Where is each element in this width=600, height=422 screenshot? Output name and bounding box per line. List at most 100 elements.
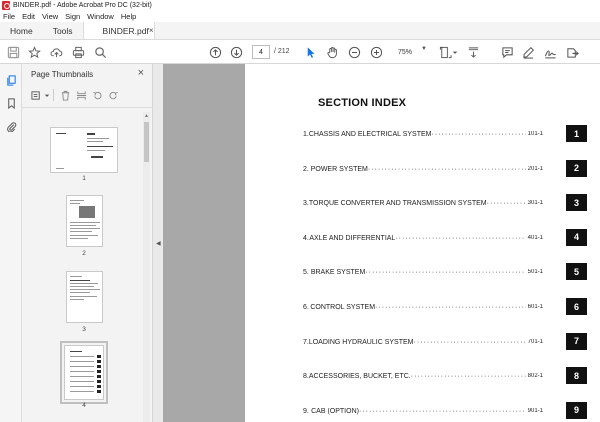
scroll-up-arrow-icon[interactable]: ▲	[144, 113, 149, 119]
section-entry[interactable]: 3. TORQUE CONVERTER AND TRANSMISSION SYST…	[303, 200, 543, 207]
dot-leader: ········································…	[395, 234, 526, 242]
section-page-ref: 601-1	[527, 304, 543, 310]
section-tab-box: 5	[566, 263, 587, 281]
panel-title: Page Thumbnails	[31, 70, 94, 79]
section-title: BRAKE SYSTEM	[310, 269, 366, 277]
menu-edit[interactable]: Edit	[22, 12, 35, 21]
dot-leader: ········································…	[410, 373, 526, 381]
page-total: / 212	[274, 48, 290, 55]
bookmark-star-icon[interactable]	[26, 44, 42, 60]
menu-file[interactable]: File	[3, 12, 15, 21]
section-title: CAB (OPTION)	[311, 407, 359, 415]
rotate-counterclockwise-icon[interactable]	[89, 88, 105, 102]
section-entry[interactable]: 5. BRAKE SYSTEM ··························…	[303, 269, 543, 276]
find-icon[interactable]	[92, 44, 108, 60]
section-page-ref: 301-1	[527, 200, 543, 207]
comment-icon[interactable]	[499, 44, 515, 60]
section-entry[interactable]: 8. ACCESSORIES, BUCKET, ETC. ·············…	[303, 373, 543, 380]
page-thumbnail-4[interactable]	[60, 341, 108, 404]
zoom-dropdown-icon[interactable]: ▼	[421, 46, 427, 52]
section-title: CONTROL SYSTEM	[310, 304, 376, 311]
page-heading: SECTION INDEX	[318, 97, 407, 109]
delete-pages-icon[interactable]	[57, 88, 73, 102]
section-title: AXLE AND DIFFERENTIAL	[309, 234, 396, 242]
menu-view[interactable]: View	[42, 12, 58, 21]
thumbnails-scrollbar[interactable]: ▲	[143, 112, 150, 422]
previous-page-icon[interactable]	[207, 44, 223, 60]
acrobat-app-icon	[2, 1, 10, 10]
section-number: 2.	[303, 165, 309, 173]
section-page-ref: 201-1	[527, 165, 543, 172]
section-tab-box: 7	[566, 332, 587, 350]
tab-close-icon[interactable]: ×	[149, 26, 154, 35]
dot-leader: ········································…	[431, 131, 526, 138]
section-tab-box: 3	[566, 194, 587, 212]
highlight-pen-icon[interactable]	[520, 44, 536, 60]
thumbnail-label-1: 1	[82, 175, 86, 182]
section-entry[interactable]: 4. AXLE AND DIFFERENTIAL ·················…	[303, 235, 543, 242]
section-title: ACCESSORIES, BUCKET, ETC.	[308, 373, 411, 381]
insert-pages-icon[interactable]	[73, 88, 89, 102]
page-thumbnail-2[interactable]	[66, 195, 103, 247]
pdf-page: SECTION INDEX 1. CHASSIS AND ELECTRICAL S…	[245, 64, 600, 422]
next-page-icon[interactable]	[228, 44, 244, 60]
select-pointer-icon[interactable]	[302, 44, 318, 60]
document-viewer[interactable]: SECTION INDEX 1. CHASSIS AND ELECTRICAL S…	[163, 64, 600, 422]
section-number: 6.	[303, 304, 309, 311]
cloud-upload-icon[interactable]	[48, 44, 64, 60]
page-thumbnail-1[interactable]	[50, 127, 118, 173]
page-thumbnail-3[interactable]	[66, 271, 103, 323]
collapse-panel-arrow-icon[interactable]: ◀	[156, 240, 161, 247]
section-entry[interactable]: 1. CHASSIS AND ELECTRICAL SYSTEM ·········…	[303, 131, 543, 138]
section-page-ref: 701-1	[527, 338, 543, 345]
section-tab-box: 6	[566, 298, 587, 315]
panel-close-icon[interactable]: ×	[138, 67, 144, 79]
section-entry[interactable]: 9. CAB (OPTION) ··························…	[303, 408, 543, 415]
tab-bar: Home Tools BINDER.pdf ×	[0, 22, 600, 40]
section-tab-box: 8	[566, 367, 587, 385]
thumbnail-label-4: 4	[82, 402, 86, 409]
tab-document[interactable]: BINDER.pdf ×	[82, 22, 155, 39]
section-tab-box: 2	[566, 159, 587, 177]
section-number: 5.	[303, 269, 309, 277]
options-menu-icon[interactable]	[28, 88, 44, 102]
menu-window[interactable]: Window	[87, 12, 114, 21]
page-number-input[interactable]: 4	[252, 45, 270, 59]
menu-sign[interactable]: Sign	[65, 12, 80, 21]
page-thumbnails-icon[interactable]	[4, 73, 18, 87]
scrolling-mode-icon[interactable]	[465, 44, 481, 60]
main-toolbar	[0, 40, 600, 64]
section-entry[interactable]: 2. POWER SYSTEM ··························…	[303, 166, 543, 173]
attachments-paperclip-icon[interactable]	[4, 119, 18, 133]
bookmarks-icon[interactable]	[4, 96, 18, 110]
sign-icon[interactable]	[542, 44, 558, 60]
section-entry[interactable]: 7. LOADING HYDRAULIC SYSTEM ··············…	[303, 339, 543, 346]
dot-leader: ········································…	[358, 407, 526, 415]
tab-document-label: BINDER.pdf	[102, 25, 149, 36]
section-tab-box: 9	[566, 401, 587, 419]
section-page-ref: 101-1	[527, 131, 543, 137]
page-fit-dropdown-icon[interactable]	[451, 44, 459, 60]
save-icon[interactable]	[5, 44, 21, 60]
toolbar-separator	[53, 89, 54, 101]
dot-leader: ········································…	[365, 269, 526, 277]
dot-leader: ········································…	[413, 338, 525, 346]
zoom-out-icon[interactable]	[346, 44, 362, 60]
section-entry[interactable]: 6. CONTROL SYSTEM ························…	[303, 304, 543, 311]
title-bar: BINDER.pdf - Adobe Acrobat Pro DC (32-bi…	[0, 0, 600, 11]
tab-tools[interactable]: Tools	[43, 22, 83, 39]
options-dropdown-icon[interactable]	[44, 88, 50, 102]
panel-divider	[22, 107, 153, 108]
scrollbar-thumb[interactable]	[144, 122, 149, 162]
left-navigation-rail	[0, 64, 22, 422]
zoom-in-icon[interactable]	[368, 44, 384, 60]
page-thumbnails-panel: Page Thumbnails × 1 2 3 4 ▲	[22, 64, 153, 422]
panel-splitter[interactable]: ◀	[153, 64, 163, 422]
tab-home[interactable]: Home	[0, 22, 43, 39]
rotate-clockwise-icon[interactable]	[105, 88, 121, 102]
hand-tool-icon[interactable]	[324, 44, 340, 60]
menu-help[interactable]: Help	[121, 12, 136, 21]
thumbnail-label-3: 3	[82, 326, 86, 333]
print-icon[interactable]	[70, 44, 86, 60]
share-send-icon[interactable]	[564, 44, 580, 60]
